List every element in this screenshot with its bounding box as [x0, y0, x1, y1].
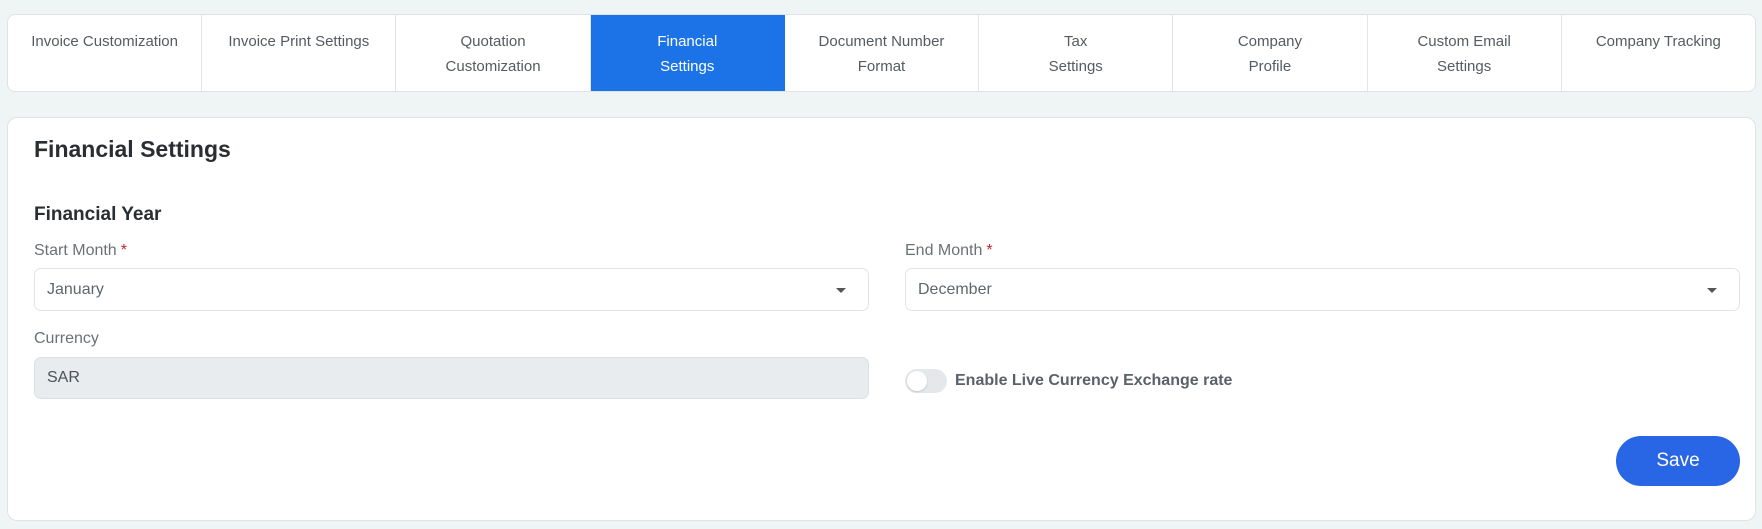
required-mark: *	[120, 242, 127, 259]
end-month-label: End Month *	[905, 242, 993, 260]
tab-label: Tax Settings	[1048, 33, 1103, 75]
tab-label: Invoice Customization	[31, 33, 178, 50]
chevron-down-icon	[836, 288, 846, 293]
currency-field: SAR	[34, 357, 869, 399]
tab-label: Company Profile	[1237, 33, 1303, 75]
end-month-label-text: End Month	[905, 242, 983, 259]
toggle-knob	[907, 371, 927, 391]
live-exchange-label: Enable Live Currency Exchange rate	[955, 372, 1233, 389]
save-button[interactable]: Save	[1616, 436, 1740, 486]
chevron-down-icon	[1707, 288, 1717, 293]
tab-invoice-print-settings[interactable]: Invoice Print Settings	[202, 15, 397, 91]
tab-label: Document Number Format	[818, 33, 945, 75]
tab-document-number-format[interactable]: Document Number Format	[785, 15, 980, 91]
tab-label: Company Tracking	[1595, 33, 1721, 50]
tab-company-profile[interactable]: Company Profile	[1173, 15, 1368, 91]
tab-quotation-customization[interactable]: Quotation Customization	[396, 15, 591, 91]
tab-custom-email-settings[interactable]: Custom Email Settings	[1368, 15, 1562, 91]
start-month-value: January	[47, 280, 104, 298]
tab-financial-settings[interactable]: Financial Settings	[590, 15, 785, 91]
end-month-value: December	[918, 280, 992, 298]
currency-label: Currency	[34, 330, 99, 347]
start-month-label: Start Month *	[34, 242, 127, 260]
tab-label: Invoice Print Settings	[228, 33, 370, 50]
page-title: Financial Settings	[34, 136, 231, 162]
tab-tax-settings[interactable]: Tax Settings	[979, 15, 1174, 91]
section-title: Financial Year	[34, 204, 162, 225]
start-month-select[interactable]: January	[34, 268, 869, 311]
tab-invoice-customization[interactable]: Invoice Customization	[8, 15, 203, 91]
end-month-select[interactable]: December	[905, 268, 1740, 311]
tab-label: Custom Email Settings	[1417, 33, 1511, 75]
settings-tabs: Invoice Customization Invoice Print Sett…	[7, 14, 1756, 92]
tab-label: Financial Settings	[657, 33, 718, 75]
start-month-label-text: Start Month	[34, 242, 117, 259]
financial-settings-card: Financial Settings Financial Year Start …	[7, 117, 1756, 521]
currency-value: SAR	[47, 369, 80, 386]
live-exchange-toggle[interactable]	[905, 369, 947, 393]
tab-label: Quotation Customization	[445, 33, 541, 75]
tab-company-tracking[interactable]: Company Tracking	[1562, 15, 1755, 91]
required-mark: *	[986, 242, 993, 259]
